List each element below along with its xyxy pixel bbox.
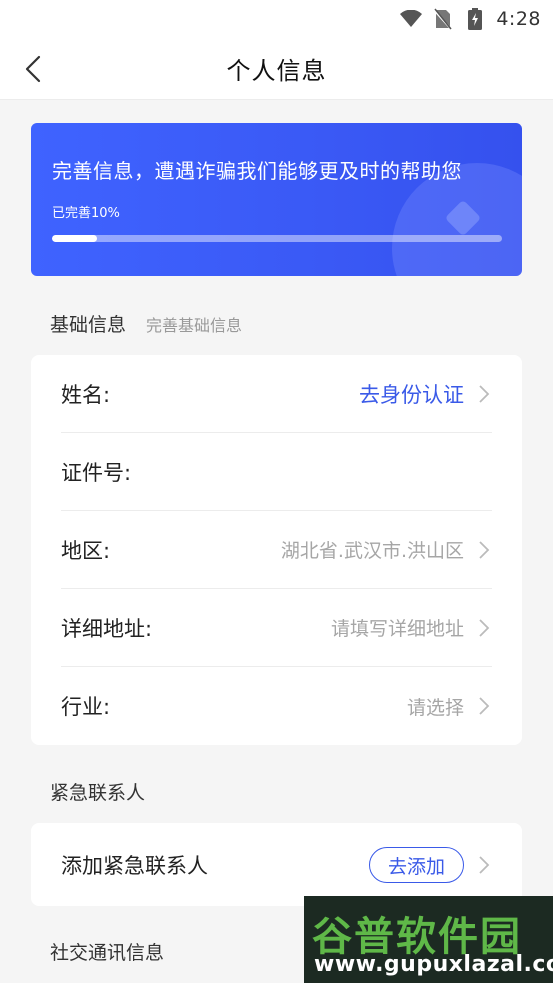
status-time: 4:28: [496, 8, 541, 30]
page-title: 个人信息: [226, 57, 327, 85]
progress-fill: [52, 235, 97, 242]
chevron-right-icon: [478, 695, 492, 717]
battery-charging-icon: [464, 8, 486, 30]
row-address[interactable]: 详细地址: 请填写详细地址: [61, 589, 492, 667]
row-industry[interactable]: 行业: 请选择: [61, 667, 492, 745]
row-value: 湖北省.武汉市.洪山区: [280, 540, 464, 562]
watermark-logo: 谷普软件园 www.gupuxlazal.com: [304, 896, 553, 983]
row-label: 证件号:: [61, 460, 132, 485]
header: 个人信息: [0, 38, 553, 100]
status-bar: 4:28: [0, 0, 553, 38]
row-emergency-contact[interactable]: 添加紧急联系人 去添加: [61, 823, 492, 906]
row-value: 请选择: [406, 696, 464, 719]
basic-section-subtitle: 完善基础信息: [146, 316, 243, 335]
banner-text: 完善信息，遭遇诈骗我们能够更及时的帮助您: [52, 159, 462, 183]
watermark-url: www.gupuxlazal.com: [314, 952, 553, 977]
row-label: 行业:: [61, 695, 111, 719]
chevron-right-icon: [478, 383, 492, 405]
row-id-number[interactable]: 证件号:: [61, 433, 492, 511]
wifi-icon: [400, 8, 423, 30]
emergency-section-title: 紧急联系人: [50, 782, 146, 804]
row-value: 请填写详细地址: [330, 618, 464, 640]
chevron-right-icon: [478, 854, 492, 876]
emergency-section-heading: 紧急联系人: [50, 778, 145, 805]
progress-banner: 完善信息，遭遇诈骗我们能够更及时的帮助您 已完善10%: [31, 123, 522, 276]
basic-section-heading: 基础信息 完善基础信息: [50, 310, 242, 337]
basic-info-card: 姓名: 去身份认证 证件号: 地区: 湖北省.武汉市.洪山区 详细地址: 请填写…: [31, 355, 522, 745]
chevron-right-icon: [478, 539, 492, 561]
row-label: 姓名:: [61, 382, 111, 407]
social-section-heading: 社交通讯信息: [50, 938, 164, 965]
progress-label: 已完善10%: [52, 206, 120, 221]
progress-bar: [52, 235, 502, 242]
back-button[interactable]: [14, 50, 52, 88]
no-sim-icon: [432, 8, 454, 30]
row-label: 详细地址:: [61, 616, 153, 641]
social-section-title: 社交通讯信息: [50, 942, 165, 964]
add-contact-button[interactable]: 去添加: [368, 847, 464, 883]
basic-section-title: 基础信息: [50, 314, 127, 336]
emergency-contact-card: 添加紧急联系人 去添加: [31, 823, 522, 906]
chevron-right-icon: [478, 617, 492, 639]
row-name[interactable]: 姓名: 去身份认证: [61, 355, 492, 433]
row-label: 添加紧急联系人: [61, 853, 208, 878]
identity-verify-link[interactable]: 去身份认证: [359, 379, 464, 409]
row-label: 地区:: [61, 538, 111, 563]
chevron-left-icon: [25, 55, 41, 83]
row-region[interactable]: 地区: 湖北省.武汉市.洪山区: [61, 511, 492, 589]
